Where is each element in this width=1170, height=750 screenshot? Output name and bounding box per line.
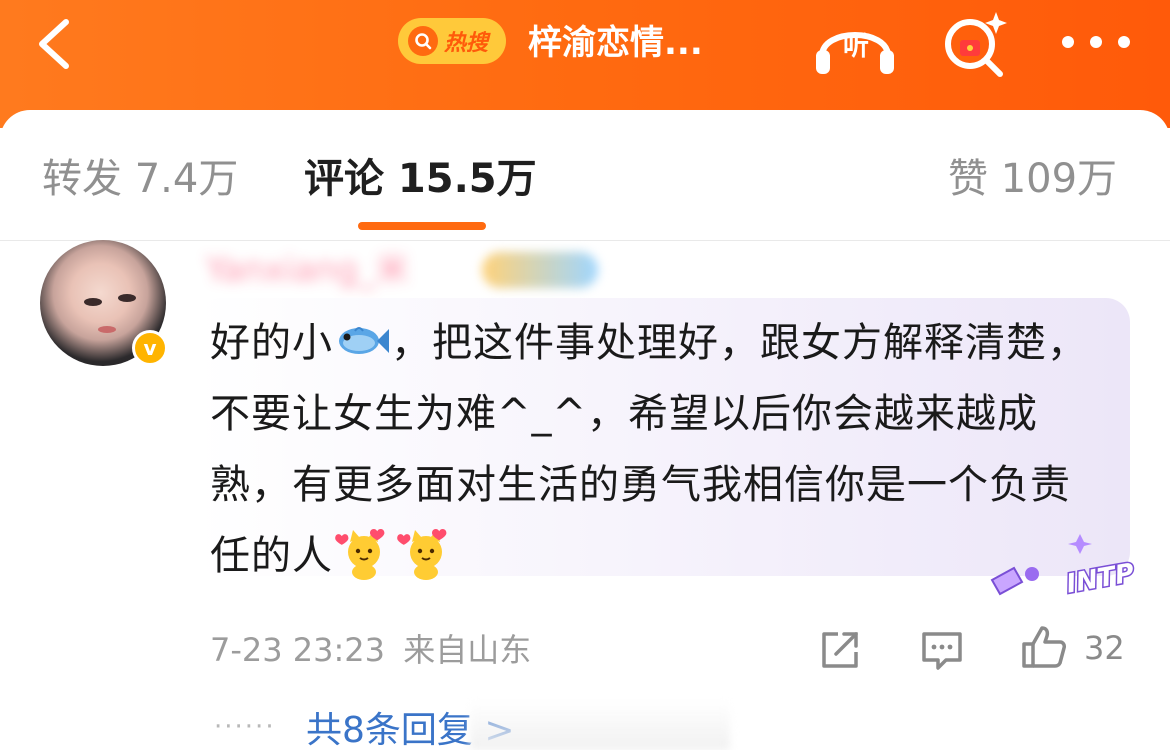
intp-sticker: INTP <box>984 528 1148 601</box>
reply-button[interactable] <box>920 628 964 672</box>
timestamp: 7-23 23:23 <box>210 631 386 669</box>
search-icon <box>408 26 438 56</box>
more-dots-icon <box>1062 36 1130 48</box>
username[interactable]: Yanxiang_米 <box>206 248 409 292</box>
topic-title[interactable]: 梓渝恋情... <box>528 20 703 66</box>
comment-line-start: 好的小 <box>210 320 333 366</box>
comment-text: 好的小 ，把这件事处理好，跟女方解释清楚，不要让女生为难^_^，希望以后你会越来… <box>210 308 1110 592</box>
top-header-bar: 热搜 梓渝恋情... 听 <box>0 0 1170 128</box>
hot-search-label: 热搜 <box>444 31 489 56</box>
like-count: 32 <box>1084 629 1125 667</box>
like-button[interactable] <box>1020 624 1068 672</box>
fish-emoji-icon <box>339 327 389 354</box>
share-button[interactable] <box>818 628 862 672</box>
intp-label: INTP <box>1064 558 1136 599</box>
hot-search-badge[interactable]: 热搜 <box>398 18 506 64</box>
tab-comments[interactable]: 评论 15.5万 <box>304 154 537 204</box>
cat-heart-emoji-icon <box>397 528 447 580</box>
thumbs-up-icon <box>1022 626 1066 668</box>
tabs-divider <box>0 240 1170 241</box>
share-icon <box>822 632 858 668</box>
comment-icon <box>922 632 962 670</box>
location: 来自山东 <box>403 631 532 669</box>
more-button[interactable] <box>1058 24 1134 60</box>
search-sparkle-icon <box>945 12 1007 77</box>
active-tab-indicator <box>358 222 486 230</box>
tab-likes[interactable]: 赞 109万 <box>948 154 1117 204</box>
listen-label: 听 <box>842 32 869 62</box>
chevron-left-icon <box>39 19 69 69</box>
tab-repost[interactable]: 转发 7.4万 <box>42 154 238 204</box>
search-button[interactable] <box>940 10 1010 78</box>
divider-dots: ······ <box>214 712 276 742</box>
verified-badge: v <box>132 330 168 366</box>
listen-button[interactable]: 听 <box>812 12 898 76</box>
user-badge <box>482 252 598 288</box>
reply-preview-blur <box>470 700 730 750</box>
cat-heart-emoji-icon <box>335 528 385 580</box>
comment-meta: 7-23 23:23 来自山东 <box>210 630 531 670</box>
back-button[interactable] <box>30 14 80 74</box>
